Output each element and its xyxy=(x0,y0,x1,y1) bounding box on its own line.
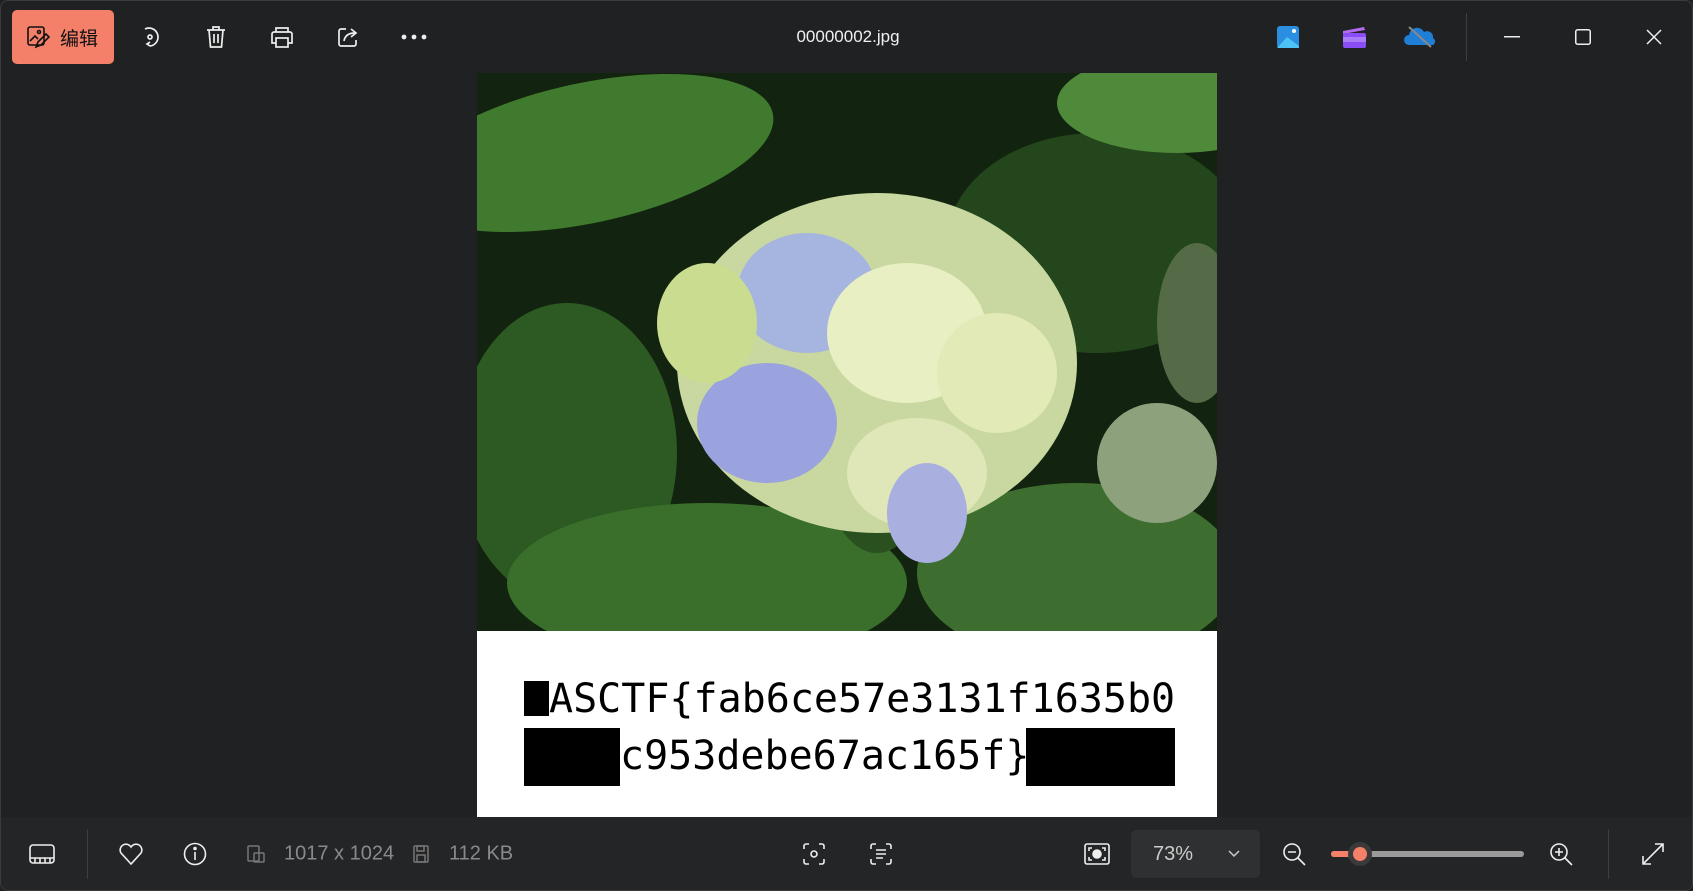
onedrive-offline-icon[interactable] xyxy=(1400,17,1440,57)
delete-icon[interactable] xyxy=(196,17,236,57)
more-icon[interactable] xyxy=(394,17,434,57)
zoom-value: 73% xyxy=(1153,842,1194,865)
info-icon[interactable] xyxy=(175,834,215,874)
photos-window: 编辑 00000002.jpg ASCTF{fab6ce57e3131f1635… xyxy=(0,0,1693,891)
image-dimensions: 1017 x 1024 xyxy=(284,842,395,865)
status-divider xyxy=(87,829,88,879)
redaction-block xyxy=(524,728,620,786)
hydrangea-photo xyxy=(477,73,1217,631)
edit-image-icon xyxy=(26,25,50,49)
close-icon[interactable] xyxy=(1634,17,1674,57)
redaction-block xyxy=(1026,728,1175,786)
print-icon[interactable] xyxy=(262,17,302,57)
dimensions-icon xyxy=(236,834,276,874)
zoom-in-icon[interactable] xyxy=(1541,834,1581,874)
status-divider xyxy=(1608,829,1609,879)
image-canvas: ASCTF{fab6ce57e3131f1635b0 c953debe67ac1… xyxy=(477,73,1217,817)
clipchamp-icon[interactable] xyxy=(1334,17,1374,57)
minimize-icon[interactable] xyxy=(1492,17,1532,57)
window-title: 00000002.jpg xyxy=(796,27,900,46)
toolbar-divider xyxy=(1466,13,1467,61)
title-toolbar: 编辑 00000002.jpg xyxy=(1,1,1692,73)
maximize-icon[interactable] xyxy=(1563,17,1603,57)
file-size-icon xyxy=(401,834,441,874)
favorite-heart-icon[interactable] xyxy=(111,834,151,874)
filmstrip-icon[interactable] xyxy=(22,834,62,874)
zoom-slider[interactable] xyxy=(1331,842,1524,866)
fit-to-window-icon[interactable] xyxy=(1077,834,1117,874)
fullscreen-expand-icon[interactable] xyxy=(1633,834,1673,874)
visual-search-icon[interactable] xyxy=(794,834,834,874)
rotate-icon[interactable] xyxy=(130,17,170,57)
chevron-down-icon xyxy=(1228,850,1240,858)
edit-label: 编辑 xyxy=(60,28,99,50)
redaction-block xyxy=(524,681,549,716)
flag-text-line1: ASCTF{fab6ce57e3131f1635b0 xyxy=(549,676,1176,722)
share-icon[interactable] xyxy=(328,17,368,57)
zoom-slider-thumb[interactable] xyxy=(1347,842,1372,866)
zoom-level-dropdown[interactable]: 73% xyxy=(1131,830,1260,878)
photos-app-icon[interactable] xyxy=(1268,17,1308,57)
file-size: 112 KB xyxy=(449,842,514,865)
text-scan-icon[interactable] xyxy=(861,834,901,874)
zoom-out-icon[interactable] xyxy=(1274,834,1314,874)
flag-text-line2: c953debe67ac165f} xyxy=(620,733,1030,779)
edit-button[interactable]: 编辑 xyxy=(12,10,114,64)
